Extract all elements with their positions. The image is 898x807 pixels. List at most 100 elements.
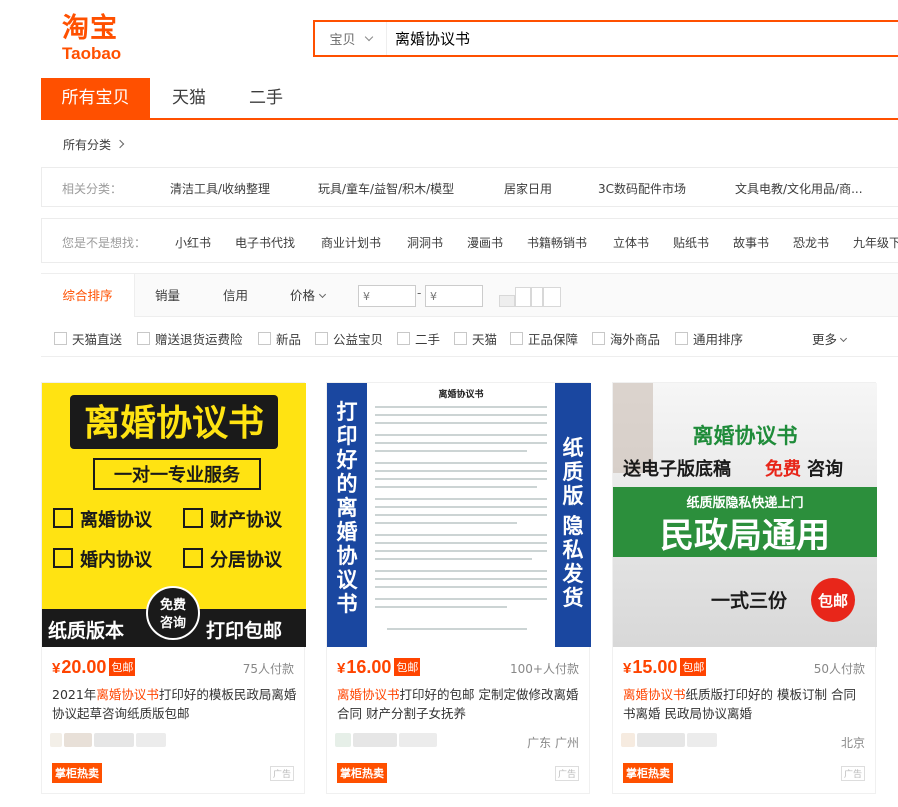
search-tabs: 所有宝贝 天猫 二手 [41, 78, 898, 120]
filter-checkbox[interactable]: 二手 [397, 329, 440, 348]
checkbox-icon[interactable] [592, 332, 605, 345]
product-title[interactable]: 离婚协议书打印好的包邮 定制定做修改离婚合同 财产分割子女抚养 [337, 685, 582, 723]
suggest-item[interactable]: 书籍畅销书 [527, 234, 587, 251]
filter-label: 天猫直送 [72, 332, 123, 347]
suggest-item[interactable]: 漫画书 [467, 234, 503, 251]
related-category[interactable]: 文具电教/文化用品/商... [735, 180, 863, 197]
sort-sales[interactable]: 销量 [155, 274, 180, 317]
img1-check-2: 财产协议 [210, 509, 283, 531]
product-image[interactable]: 打印好的 离婚协议书 纸质版 隐私发货 离婚协议书 [327, 383, 591, 647]
product-title[interactable]: 2021年离婚协议书打印好的模板民政局离婚协议起草咨询纸质版包邮 [52, 685, 297, 723]
view-option-icon[interactable] [543, 287, 561, 307]
view-option-icon[interactable] [531, 287, 543, 307]
view-toggle[interactable] [499, 285, 563, 309]
filter-checkbox[interactable]: 天猫直送 [54, 329, 122, 348]
search-input[interactable] [387, 22, 898, 55]
title-highlight: 离婚协议书 [623, 687, 686, 702]
filter-checkbox[interactable]: 新品 [258, 329, 301, 348]
svg-text:质: 质 [563, 460, 584, 484]
svg-text:私: 私 [563, 538, 584, 562]
search-bar: 宝贝 [313, 20, 898, 57]
title-prefix: 2021年 [52, 687, 97, 702]
checkbox-icon[interactable] [675, 332, 688, 345]
product-card[interactable]: 离婚协议书 一对一专业服务 离婚协议 财产协议 婚内协议 分居协议 纸质版本 免… [41, 382, 306, 794]
filter-label: 海外商品 [610, 332, 661, 347]
img3-line2a: 送电子版底稿 [622, 458, 731, 480]
filter-checkbox[interactable]: 赠送退货运费险 [137, 329, 243, 348]
more-filters-button[interactable]: 更多 [812, 329, 848, 348]
suggest-item[interactable]: 故事书 [733, 234, 769, 251]
more-label: 更多 [812, 332, 838, 347]
grid-view-icon[interactable] [499, 295, 515, 307]
svg-text:的: 的 [337, 472, 358, 496]
tab-tmall[interactable]: 天猫 [169, 78, 209, 118]
all-categories-link[interactable]: 所有分类 [63, 136, 111, 153]
shop-name-blurred[interactable] [50, 733, 168, 751]
price-max-input[interactable] [425, 285, 483, 307]
filter-label: 赠送退货运费险 [155, 332, 243, 347]
free-shipping-badge: 包邮 [109, 658, 136, 676]
price-min-input[interactable] [358, 285, 416, 307]
product-image[interactable]: 离婚协议书 一对一专业服务 离婚协议 财产协议 婚内协议 分居协议 纸质版本 免… [42, 383, 306, 647]
ad-label: 广告 [269, 766, 294, 781]
ad-label: 广告 [840, 766, 865, 781]
filter-checkbox[interactable]: 正品保障 [510, 329, 578, 348]
checkbox-icon[interactable] [454, 332, 467, 345]
checkbox-icon[interactable] [510, 332, 523, 345]
suggest-item[interactable]: 立体书 [613, 234, 649, 251]
filter-label: 新品 [276, 332, 302, 347]
suggest-item[interactable]: 贴纸书 [673, 234, 709, 251]
sort-default[interactable]: 综合排序 [41, 274, 135, 317]
checkbox-icon[interactable] [315, 332, 328, 345]
checkbox-icon[interactable] [258, 332, 271, 345]
related-category[interactable]: 玩具/童车/益智/积木/模型 [318, 180, 454, 197]
chevron-down-icon [839, 334, 848, 343]
filter-checkbox[interactable]: 海外商品 [592, 329, 660, 348]
hot-seller-badge: 掌柜热卖 [337, 763, 387, 783]
search-scope-dropdown[interactable]: 宝贝 [315, 22, 387, 55]
suggest-item[interactable]: 九年级下 [853, 234, 898, 251]
checkbox-icon[interactable] [54, 332, 67, 345]
related-category[interactable]: 3C数码配件市场 [598, 180, 686, 197]
product-title[interactable]: 离婚协议书纸质版打印好的 模板订制 合同书离婚 民政局协议离婚 [623, 685, 868, 723]
product-image[interactable]: 离婚协议书 送电子版底稿 免费 咨询 纸质版隐私快递上门 民政局通用 一式三份 … [613, 383, 877, 647]
tab-secondhand[interactable]: 二手 [246, 78, 286, 118]
product-card[interactable]: 打印好的 离婚协议书 纸质版 隐私发货 离婚协议书 ¥16.00 包邮 100+人… [326, 382, 591, 794]
svg-text:印: 印 [337, 424, 358, 448]
related-category[interactable]: 居家日用 [504, 180, 552, 197]
related-category[interactable]: 清洁工具/收纳整理 [170, 180, 270, 197]
img1-check-4: 分居协议 [210, 549, 283, 571]
chevron-right-icon [115, 139, 125, 149]
all-categories-row: 所有分类 [41, 121, 898, 167]
filter-checkbox[interactable]: 通用排序 [675, 329, 743, 348]
svg-text:隐: 隐 [563, 514, 584, 538]
suggest-label: 您是不是想找： [62, 236, 147, 250]
svg-text:发: 发 [562, 562, 585, 586]
sales-count: 50人付款 [813, 662, 865, 676]
suggest-item[interactable]: 商业计划书 [321, 234, 381, 251]
list-view-icon[interactable] [515, 287, 531, 307]
suggest-item[interactable]: 洞洞书 [407, 234, 443, 251]
shop-name-blurred[interactable] [335, 733, 439, 751]
taobao-logo[interactable]: 淘宝 Taobao [62, 13, 132, 63]
filter-checkbox[interactable]: 天猫 [454, 329, 497, 348]
logo-english-text: Taobao [62, 44, 122, 63]
suggest-item[interactable]: 小红书 [175, 234, 211, 251]
filter-checkbox[interactable]: 公益宝贝 [315, 329, 383, 348]
product-card[interactable]: 离婚协议书 送电子版底稿 免费 咨询 纸质版隐私快递上门 民政局通用 一式三份 … [612, 382, 877, 794]
tab-all-items[interactable]: 所有宝贝 [41, 78, 150, 118]
currency-symbol: ¥ [623, 660, 632, 677]
price-value: 16.00 [346, 657, 392, 677]
img1-footer-right: 打印包邮 [206, 619, 282, 642]
shop-name-blurred[interactable] [621, 733, 719, 751]
filter-label: 天猫 [472, 332, 498, 347]
sort-price[interactable]: 价格 [290, 274, 327, 317]
sort-credit[interactable]: 信用 [223, 274, 248, 317]
suggest-item[interactable]: 恐龙书 [793, 234, 829, 251]
checkbox-icon[interactable] [137, 332, 150, 345]
product-image-graphic: 离婚协议书 一对一专业服务 离婚协议 财产协议 婚内协议 分居协议 纸质版本 免… [42, 383, 306, 647]
suggest-item[interactable]: 电子书代找 [235, 234, 295, 251]
svg-text:货: 货 [563, 586, 584, 610]
checkbox-icon[interactable] [397, 332, 410, 345]
suggestions-row: 您是不是想找： 小红书 电子书代找 商业计划书 洞洞书 漫画书 书籍畅销书 立体… [41, 218, 898, 263]
